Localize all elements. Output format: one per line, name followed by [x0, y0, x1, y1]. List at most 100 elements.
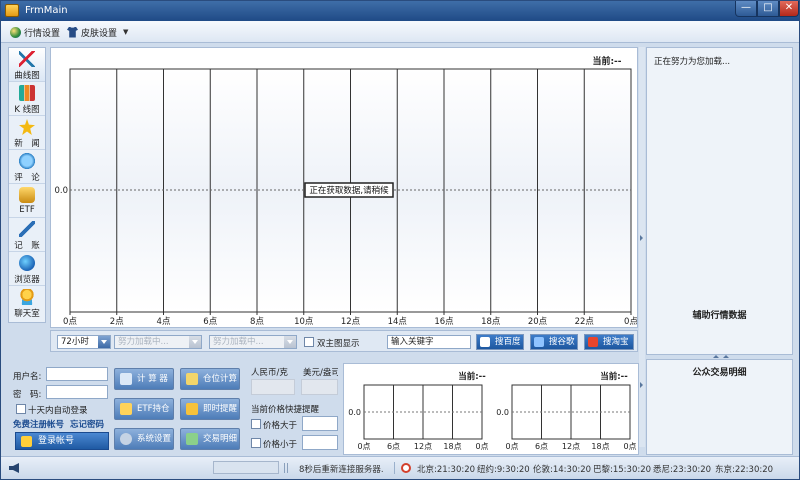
calculator-label: 计 算 器 — [137, 374, 168, 384]
symbol-select-1[interactable]: 努力加载中... — [114, 335, 202, 349]
nav-comments[interactable]: 评 论 — [9, 150, 45, 184]
current-value-label: 当前:-- — [592, 55, 621, 67]
x-tick-label: 0点 — [475, 442, 488, 451]
usd-per-oz-label: 美元/盎司 — [303, 368, 338, 378]
login-panel: 用户名: 密 码: 十天内自动登录 免费注册帐号 忘记密码 登录帐号 — [8, 362, 110, 455]
status-bar: 8秒后重新连接服务器. 北京:21:30:20 纽约:9:30:20 伦敦:14… — [1, 456, 799, 479]
x-tick-label: 4点 — [157, 317, 171, 327]
price-alert-panel: 人民币/克 美元/盎司 当前价格快捷提醒 价格大于 价格小于 — [248, 363, 338, 455]
search-google-label: 搜谷歌 — [549, 337, 575, 347]
search-taobao-label: 搜淘宝 — [603, 337, 629, 347]
x-tick-label: 2点 — [110, 317, 124, 327]
instant-alert-button[interactable]: 即时提醒 — [180, 398, 240, 420]
calculator-button[interactable]: 计 算 器 — [114, 368, 174, 390]
nav-label: 新 闻 — [14, 139, 40, 149]
symbol-select-2-value: 努力加载中... — [213, 337, 264, 347]
search-google-button[interactable]: 搜谷歌 — [530, 334, 578, 350]
nav-chatroom[interactable]: 聊天室 — [9, 286, 45, 320]
trade-details-button[interactable]: 交易明细 — [180, 428, 240, 450]
x-tick-label: 18点 — [481, 317, 501, 327]
mini-charts: 当前:-- 0.0 0点 6点 12点 18点 0点 当前:-- 0.0 0点 6点 12点… — [348, 371, 636, 451]
minimize-button[interactable]: — — [735, 1, 757, 17]
etf-holdings-button[interactable]: ETF持仓 — [114, 398, 174, 420]
shirt-icon — [67, 26, 78, 38]
forgot-password-link[interactable]: 忘记密码 — [70, 418, 104, 430]
symbol-select-1-value: 努力加载中... — [118, 337, 169, 347]
price-below-input[interactable] — [302, 435, 338, 450]
username-input[interactable] — [46, 367, 108, 381]
nav-label: 曲线图 — [14, 71, 40, 81]
x-tick-label: 16点 — [434, 317, 454, 327]
menu-skin-settings[interactable]: 皮肤设置 ▼ — [67, 25, 128, 39]
mini-chart-2-ticks: 0点 6点 12点 18点 0点 — [505, 442, 636, 451]
time-tokyo: 东京:22:30:20 — [715, 465, 774, 475]
x-tick-label: 6点 — [535, 442, 548, 451]
x-tick-label: 20点 — [528, 317, 548, 327]
splitter-arrow-icon — [713, 355, 719, 358]
title-bar[interactable]: FrmMain — □ ✕ — [1, 1, 799, 21]
loading-message: 正在获取数据,请稍候 — [309, 185, 389, 196]
period-select-value: 72小时 — [61, 337, 89, 347]
nav-label: 浏览器 — [14, 275, 40, 285]
etf-holdings-label: ETF持仓 — [137, 404, 170, 414]
menu-market-settings-label: 行情设置 — [24, 28, 61, 39]
chart-toolbar: 72小时 努力加载中... 努力加载中... 双主图显示 输入关键字 搜百度 搜… — [50, 330, 638, 352]
time-paris: 巴黎:15:30:20 — [593, 465, 652, 475]
search-taobao-button[interactable]: 搜淘宝 — [584, 334, 634, 350]
curve-chart-icon — [19, 51, 35, 67]
dual-chart-checkbox[interactable] — [304, 337, 314, 347]
price-below-label: 价格小于 — [263, 440, 298, 450]
price-above-checkbox[interactable] — [251, 419, 261, 429]
mini-chart-1: 当前:-- 0.0 0点 6点 12点 18点 0点 — [348, 371, 488, 451]
comment-bubble-icon — [19, 153, 35, 169]
maximize-button[interactable]: □ — [757, 1, 779, 17]
nav-kline-chart[interactable]: K 线图 — [9, 82, 45, 116]
x-tick-labels: 0点 2点 4点 6点 8点 10点 12点 14点 16点 18点 20点 22点 0点 — [63, 312, 638, 327]
nav-curve-chart[interactable]: 曲线图 — [9, 48, 45, 82]
position-calc-button[interactable]: 仓位计算 — [180, 368, 240, 390]
nav-etf[interactable]: ETF — [9, 184, 45, 218]
x-tick-label: 0点 — [357, 442, 370, 451]
nav-label: 记 账 — [14, 241, 40, 251]
nav-bookkeeping[interactable]: 记 账 — [9, 218, 45, 252]
menu-market-settings[interactable]: 行情设置 — [10, 25, 60, 39]
dropdown-arrow-icon: ▼ — [123, 28, 129, 36]
auto-login-checkbox[interactable] — [16, 404, 26, 414]
chevron-down-icon — [189, 336, 201, 348]
nav-label: 聊天室 — [14, 309, 40, 319]
time-beijing: 北京:21:30:20 — [417, 465, 476, 475]
assist-loading-text: 正在努力为您加载... — [654, 57, 731, 67]
password-input[interactable] — [46, 385, 108, 399]
dual-chart-label: 双主图显示 — [317, 339, 360, 349]
vertical-splitter[interactable] — [639, 47, 645, 447]
keyword-input[interactable]: 输入关键字 — [387, 335, 471, 349]
x-tick-label: 0点 — [623, 442, 636, 451]
price-above-input[interactable] — [302, 416, 338, 431]
symbol-select-2[interactable]: 努力加载中... — [209, 335, 297, 349]
username-label: 用户名: — [13, 372, 42, 382]
nav-label: 评 论 — [14, 173, 40, 183]
splitter-arrow-icon — [723, 355, 729, 358]
x-tick-label: 0点 — [505, 442, 518, 451]
mini-chart-2-y: 0.0 — [496, 408, 509, 417]
paw-icon — [480, 337, 490, 347]
close-button[interactable]: ✕ — [779, 1, 799, 17]
mini-chart-2: 当前:-- 0.0 0点 6点 12点 18点 0点 — [496, 371, 636, 451]
menu-skin-settings-label: 皮肤设置 — [81, 28, 118, 39]
speaker-icon[interactable] — [9, 463, 19, 473]
system-settings-button[interactable]: 系统设置 — [114, 428, 174, 450]
main-chart: 当前:-- 0.0 0点 2点 4点 6点 8点 10点 12点 14点 16点 18点 20点 22… — [54, 55, 638, 327]
login-button[interactable]: 登录帐号 — [15, 432, 109, 450]
nav-news[interactable]: 新 闻 — [9, 116, 45, 150]
register-link[interactable]: 免费注册帐号 — [13, 418, 64, 430]
nav-browser[interactable]: 浏览器 — [9, 252, 45, 286]
position-calc-label: 仓位计算 — [203, 374, 238, 384]
time-newyork: 纽约:9:30:20 — [477, 465, 530, 475]
coin-icon — [120, 403, 132, 415]
price-above-label: 价格大于 — [263, 421, 298, 431]
search-baidu-button[interactable]: 搜百度 — [476, 334, 524, 350]
period-select[interactable]: 72小时 — [57, 335, 111, 349]
price-below-checkbox[interactable] — [251, 438, 261, 448]
system-settings-label: 系统设置 — [137, 434, 172, 444]
google-icon — [534, 337, 544, 347]
